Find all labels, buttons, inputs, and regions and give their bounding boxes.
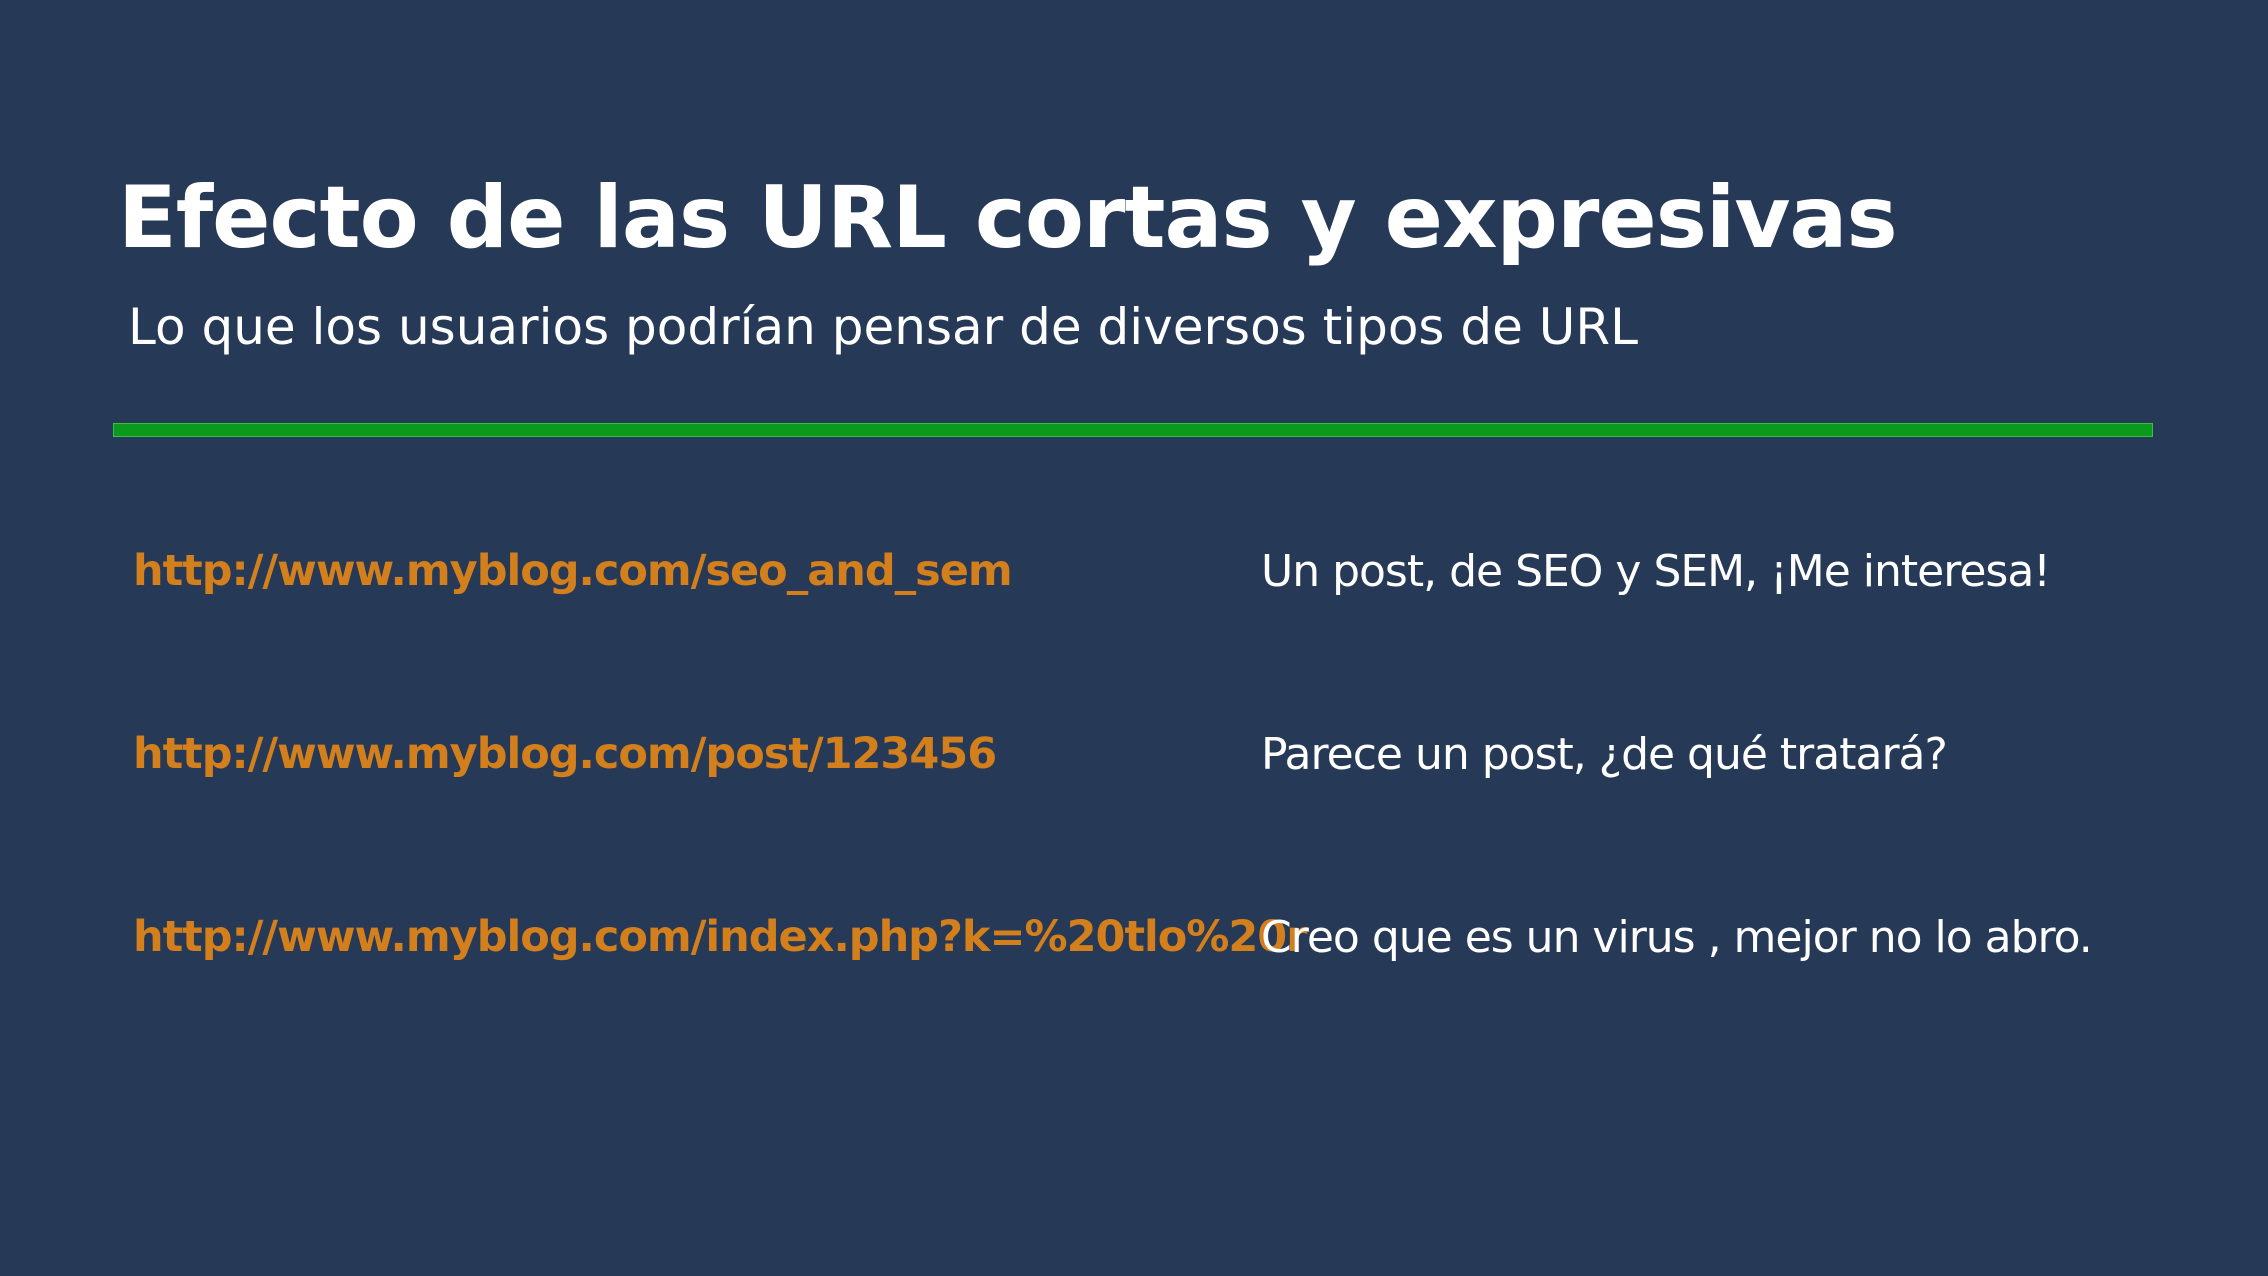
user-thought: Parece un post, ¿de qué tratará?	[1261, 729, 1948, 780]
url-example: http://www.myblog.com/seo_and_sem	[133, 546, 1013, 596]
user-thought: Creo que es un virus , mejor no lo abro.	[1261, 912, 2093, 963]
url-example-row: http://www.myblog.com/index.php?k=%20tlo…	[0, 912, 2268, 982]
url-example-row: http://www.myblog.com/post/123456 Parece…	[0, 729, 2268, 799]
user-thought: Un post, de SEO y SEM, ¡Me interesa!	[1261, 546, 2051, 597]
title-divider	[113, 423, 2153, 437]
url-example-row: http://www.myblog.com/seo_and_sem Un pos…	[0, 546, 2268, 616]
slide-title: Efecto de las URL cortas y expresivas	[118, 168, 1898, 268]
slide: Efecto de las URL cortas y expresivas Lo…	[0, 0, 2268, 1276]
url-example: http://www.myblog.com/post/123456	[133, 729, 997, 779]
url-example: http://www.myblog.com/index.php?k=%20tlo…	[133, 912, 1307, 962]
slide-subtitle: Lo que los usuarios podrían pensar de di…	[128, 298, 1638, 356]
